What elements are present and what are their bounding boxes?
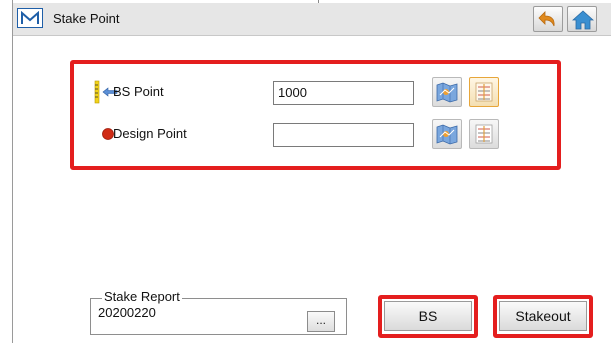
app-logo-icon[interactable] <box>17 8 43 28</box>
map-select-icon <box>436 82 458 103</box>
bs-point-field[interactable]: 1000 <box>273 81 414 105</box>
design-point-list-button[interactable] <box>469 119 499 149</box>
stake-point-window: Stake Point BS Point 1000 Design Point S… <box>13 3 611 343</box>
bs-point-map-button[interactable] <box>432 77 462 107</box>
window-title: Stake Point <box>53 11 120 26</box>
stake-report-browse-button[interactable]: ... <box>307 311 335 332</box>
back-button[interactable] <box>533 6 563 32</box>
home-icon <box>572 10 594 30</box>
stakeout-button[interactable]: Stakeout <box>499 301 587 331</box>
stake-report-title: Stake Report <box>102 289 182 304</box>
design-point-field[interactable] <box>273 123 414 147</box>
title-bar: Stake Point <box>13 3 611 36</box>
bs-button[interactable]: BS <box>384 301 472 331</box>
point-list-icon <box>475 82 493 102</box>
point-list-icon <box>475 124 493 144</box>
design-point-label: Design Point <box>113 126 187 141</box>
design-point-map-button[interactable] <box>432 119 462 149</box>
bs-point-list-button[interactable] <box>469 77 499 107</box>
stake-report-value: 20200220 <box>98 305 156 320</box>
map-select-icon <box>436 124 458 145</box>
left-window-edge <box>0 0 13 343</box>
undo-arrow-icon <box>538 11 555 27</box>
bs-point-label: BS Point <box>113 84 164 99</box>
home-button[interactable] <box>567 6 597 32</box>
